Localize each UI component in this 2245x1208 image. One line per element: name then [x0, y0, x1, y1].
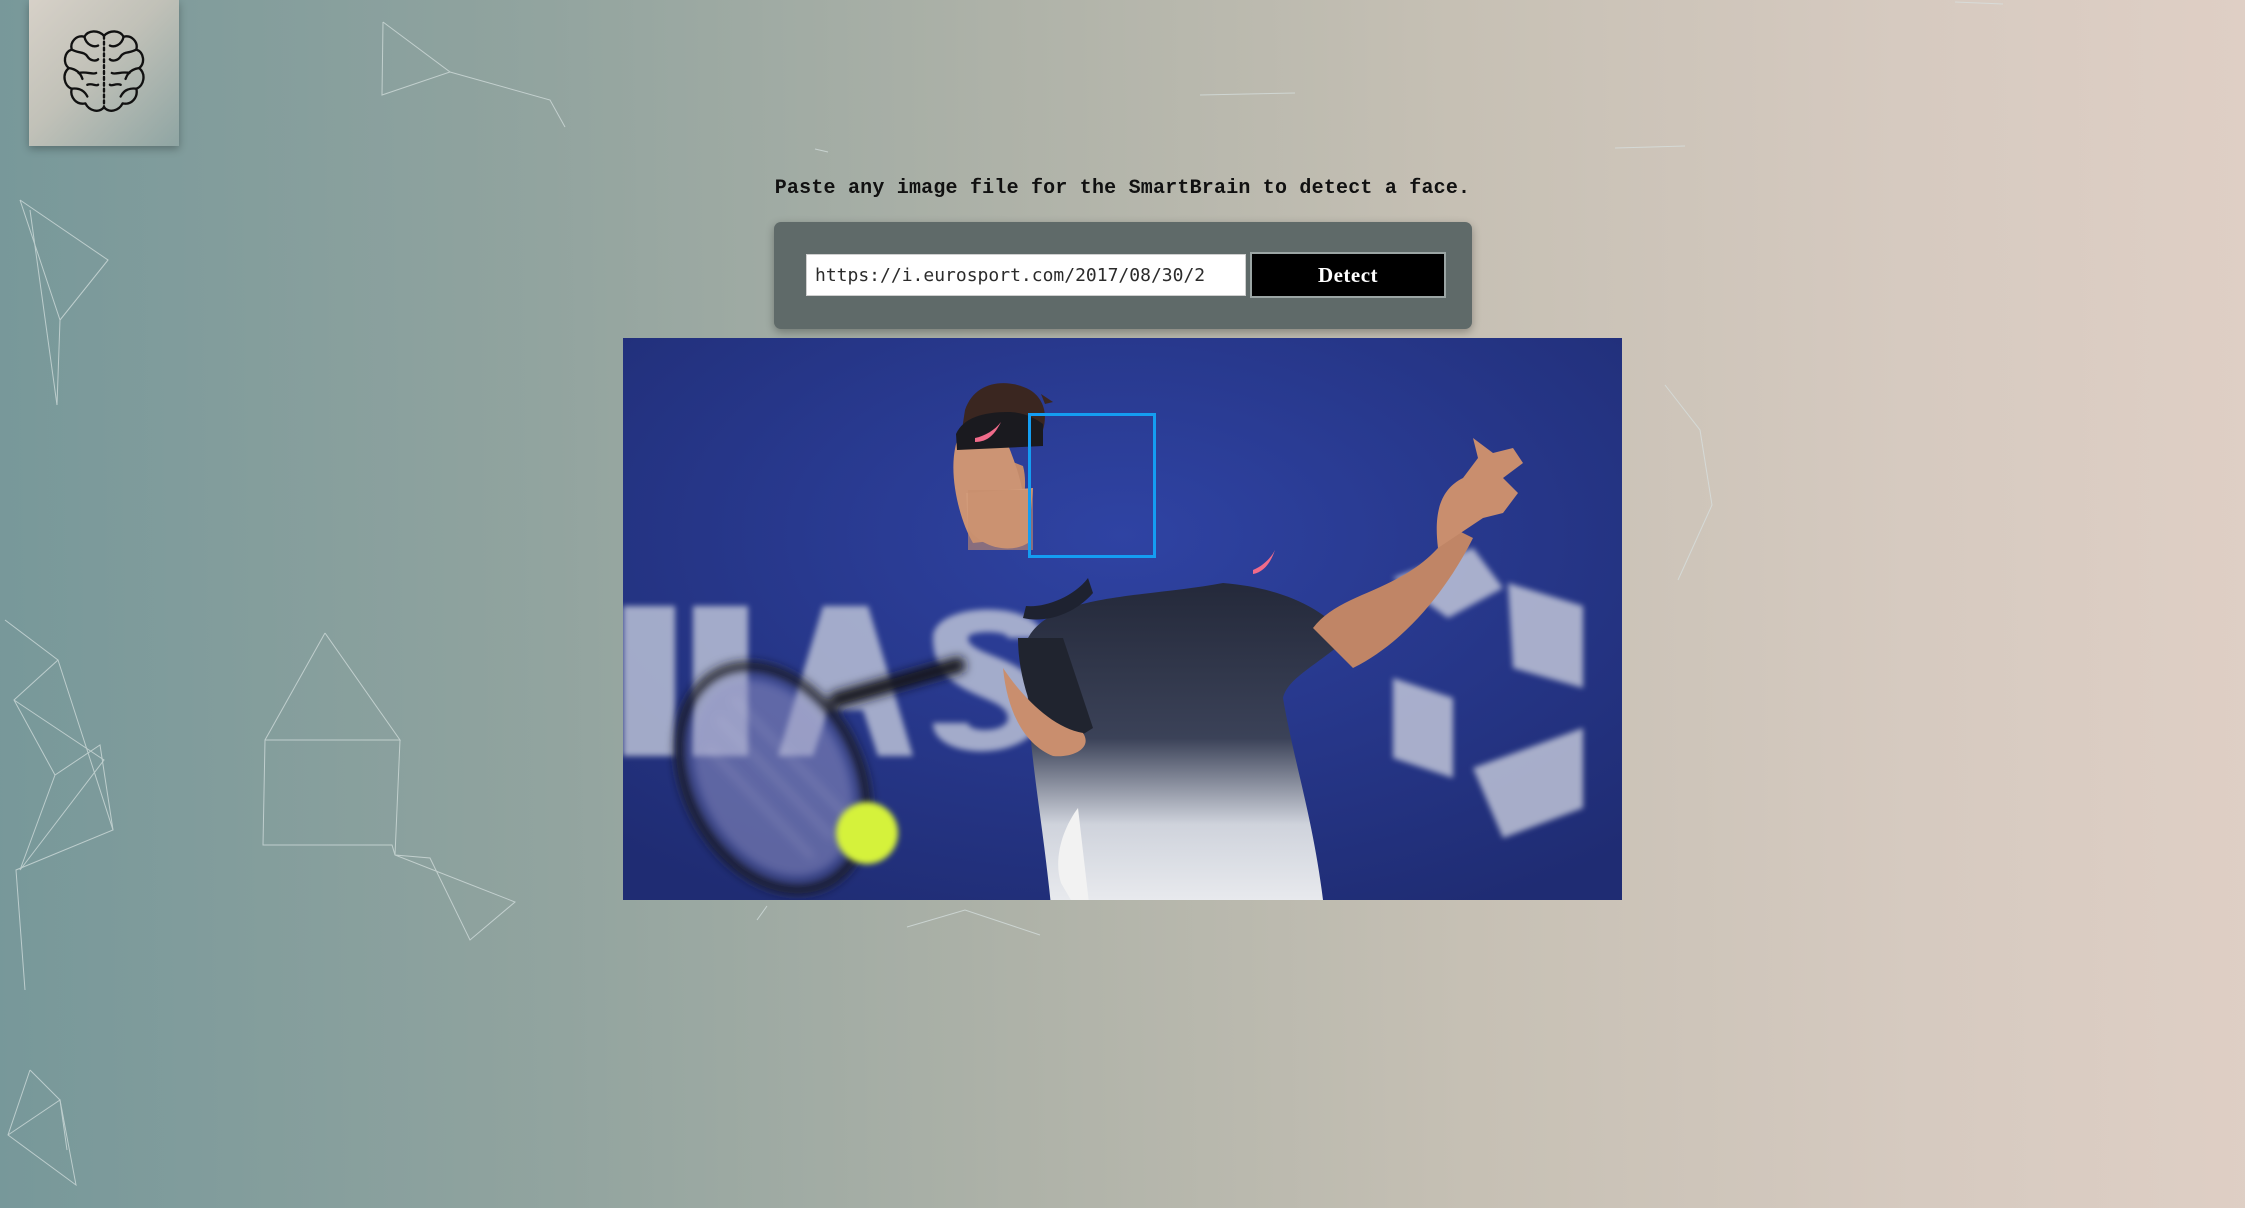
face-bounding-box — [1028, 413, 1156, 558]
instruction-text: Paste any image file for the SmartBrain … — [774, 177, 1471, 200]
result-image — [623, 338, 1622, 900]
logo-card[interactable] — [29, 0, 179, 146]
brain-icon — [63, 30, 145, 112]
image-url-input[interactable] — [806, 254, 1246, 296]
detect-button[interactable]: Detect — [1250, 252, 1446, 298]
url-form-panel: Detect — [774, 222, 1472, 329]
